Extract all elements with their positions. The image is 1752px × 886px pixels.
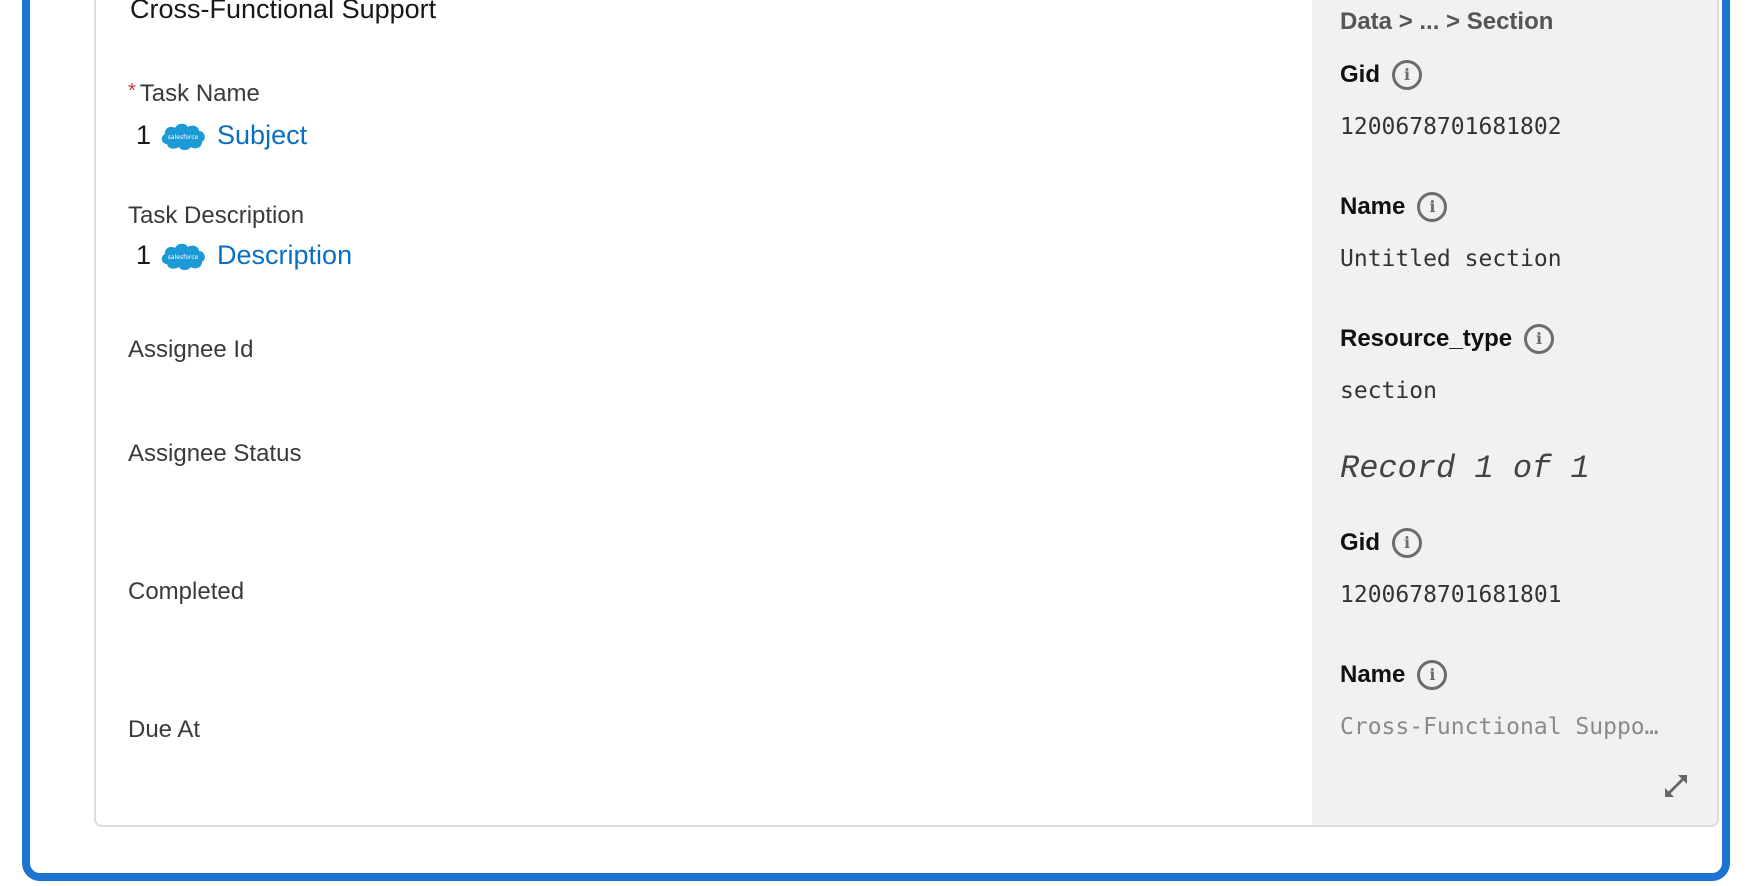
info-icon[interactable]: i: [1392, 60, 1422, 90]
info-icon[interactable]: i: [1392, 528, 1422, 558]
preview-field-value: section: [1340, 378, 1437, 404]
expand-icon[interactable]: [1661, 771, 1691, 801]
label-text: Gid: [1340, 529, 1380, 556]
field-label-assignee-status: Assignee Status: [128, 440, 302, 467]
info-icon[interactable]: i: [1524, 324, 1555, 354]
salesforce-icon: salesforce: [161, 123, 205, 150]
label-text: Name: [1340, 193, 1406, 220]
field-link-subject[interactable]: Subject: [217, 120, 307, 151]
mapping-card: Cross-Functional Support * Task Name 1 sa…: [94, 0, 1719, 827]
preview-field-label: Name i: [1340, 192, 1448, 222]
info-icon[interactable]: i: [1417, 660, 1448, 690]
field-label-completed: Completed: [128, 578, 245, 605]
salesforce-icon: salesforce: [161, 243, 205, 270]
field-value-task-name[interactable]: 1 salesforce Subject: [136, 118, 307, 152]
preview-field-label: Gid i: [1340, 528, 1422, 558]
outer-frame: Cross-Functional Support * Task Name 1 sa…: [22, 0, 1730, 881]
preview-field-value: Untitled section: [1340, 246, 1562, 272]
field-label-task-name: * Task Name: [128, 80, 260, 108]
breadcrumb: Data > ... > Section: [1340, 8, 1554, 35]
record-counter: Record 1 of 1: [1340, 450, 1590, 487]
preview-field-value: Cross-Functional Support: [1340, 714, 1670, 740]
value-count: 1: [136, 239, 152, 270]
svg-text:salesforce: salesforce: [168, 254, 199, 261]
field-link-description[interactable]: Description: [217, 240, 352, 271]
label-text: Resource_type: [1340, 325, 1513, 352]
field-mapping-area: Cross-Functional Support * Task Name 1 sa…: [96, 0, 1312, 825]
field-label-due-at: Due At: [128, 716, 201, 743]
svg-text:salesforce: salesforce: [168, 134, 199, 141]
field-label-task-description: Task Description: [128, 202, 305, 229]
data-preview-panel: Data > ... > Section Gid i 12006787016818…: [1312, 0, 1717, 825]
section-title: Cross-Functional Support: [130, 0, 437, 24]
field-value-task-description[interactable]: 1 salesforce Description: [136, 238, 352, 272]
preview-field-value: 1200678701681801: [1340, 582, 1562, 608]
preview-field-label: Name i: [1340, 660, 1448, 690]
preview-field-label: Gid i: [1340, 60, 1422, 90]
field-label-assignee-id: Assignee Id: [128, 336, 254, 363]
value-count: 1: [136, 119, 152, 150]
preview-field-value: 1200678701681802: [1340, 114, 1562, 140]
field-label-text: Task Name: [139, 80, 260, 107]
label-text: Gid: [1340, 61, 1380, 88]
info-icon[interactable]: i: [1417, 192, 1448, 222]
label-text: Name: [1340, 661, 1406, 688]
required-marker: *: [128, 80, 136, 102]
preview-field-label: Resource_type i: [1340, 324, 1555, 354]
